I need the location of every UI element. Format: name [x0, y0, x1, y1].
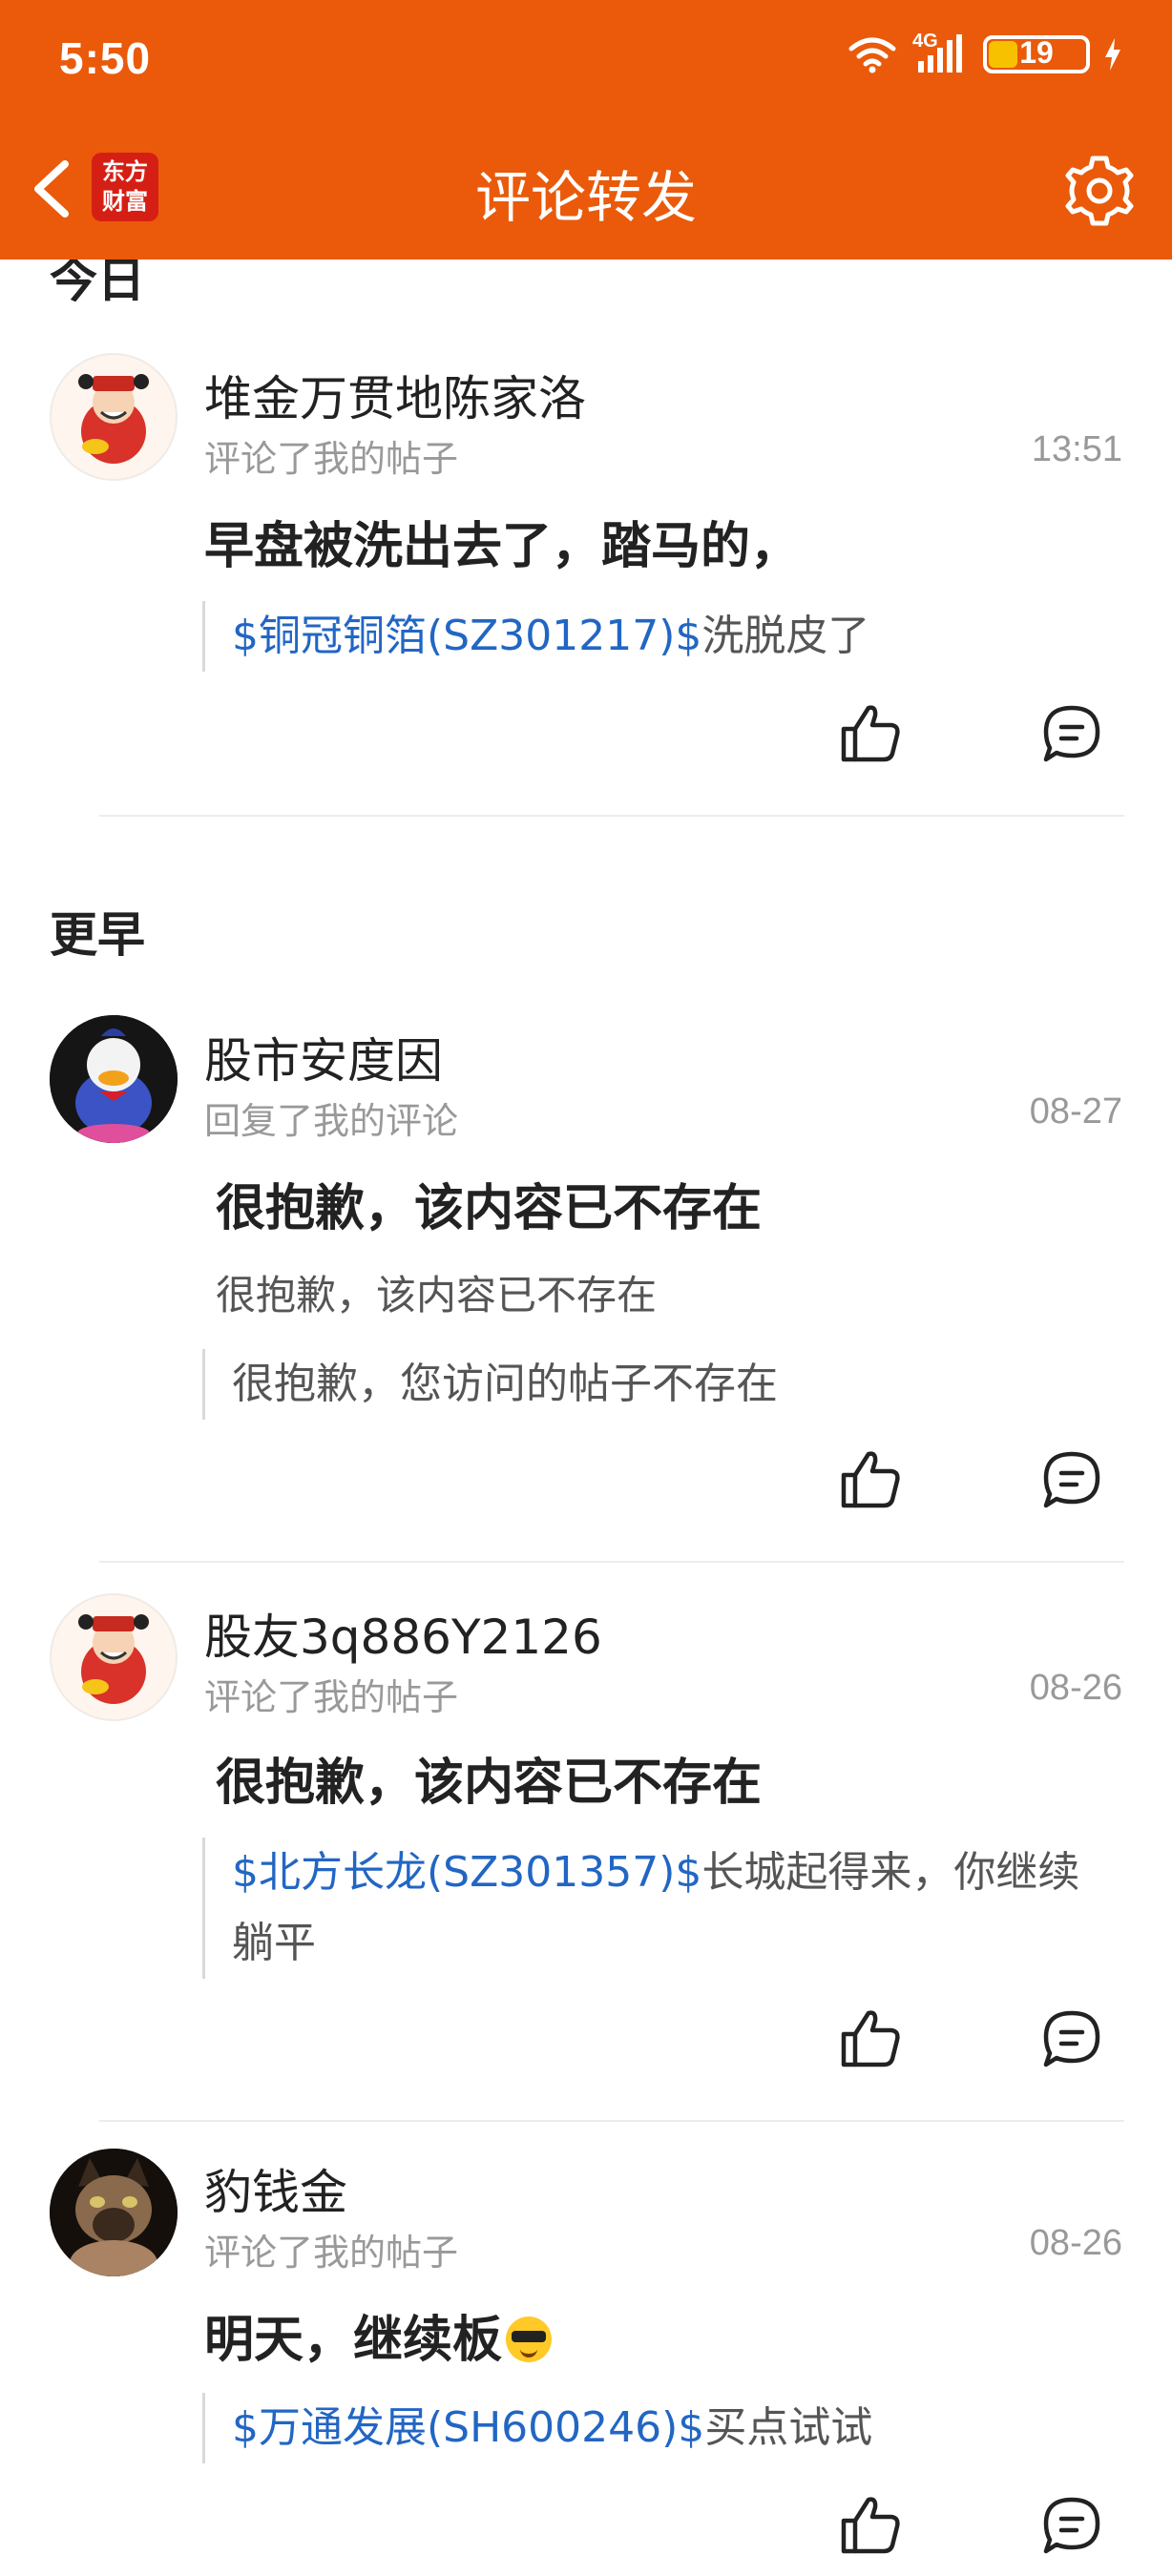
avatar[interactable]	[50, 1015, 178, 1143]
like-button[interactable]	[840, 2494, 903, 2557]
comment-icon	[1043, 705, 1100, 762]
notification-list[interactable]: 今日 堆金万贯地陈家洛 评论了我的帖子 13:51 早盘被洗出去了，踏马的， $…	[0, 260, 1172, 2576]
like-button[interactable]	[840, 2007, 903, 2070]
like-button[interactable]	[840, 1448, 903, 1511]
thumbs-up-icon	[841, 1451, 900, 1508]
comment-text[interactable]: 很抱歉，该内容已不存在	[216, 1168, 762, 1239]
cellular-icon: 4G	[912, 31, 968, 74]
thumbs-up-icon	[841, 2010, 900, 2067]
section-title-today: 今日	[50, 260, 145, 308]
comment-text-body: 明天，继续板	[204, 2312, 503, 2369]
comment-text[interactable]: 很抱歉，该内容已不存在	[216, 1742, 762, 1814]
user-name[interactable]: 股市安度因	[204, 1023, 443, 1091]
timestamp: 08-26	[1029, 1668, 1122, 1708]
avatar[interactable]	[50, 353, 178, 481]
action-text: 评论了我的帖子	[204, 438, 459, 480]
comment-text[interactable]: 早盘被洗出去了，踏马的，	[204, 506, 800, 577]
duck-avatar-icon	[50, 1015, 178, 1143]
comment-text[interactable]: 明天，继续板	[204, 2299, 553, 2371]
caishen-avatar-icon	[78, 1614, 149, 1704]
comment-icon	[1043, 1451, 1100, 1508]
stock-link[interactable]: $铜冠铜箔(SZ301217)$	[232, 612, 701, 660]
stock-link[interactable]: $万通发展(SH600246)$	[232, 2403, 704, 2452]
status-time: 5:50	[59, 33, 152, 83]
like-button[interactable]	[840, 702, 903, 765]
quoted-post[interactable]: 很抱歉，您访问的帖子不存在	[202, 1349, 1119, 1420]
thumbs-up-icon	[841, 705, 900, 762]
comment-icon	[1043, 2010, 1100, 2067]
action-text: 评论了我的帖子	[204, 1676, 459, 1718]
reply-button[interactable]	[1040, 702, 1103, 765]
replied-comment-text[interactable]: 很抱歉，该内容已不存在	[216, 1263, 657, 1321]
status-icons: 4G 19	[848, 31, 1120, 74]
section-title-earlier: 更早	[50, 907, 145, 963]
timestamp: 08-26	[1029, 2223, 1122, 2263]
stock-link[interactable]: $北方长龙(SZ301357)$	[232, 1848, 701, 1897]
sunglasses-emoji-icon	[506, 2316, 553, 2362]
quoted-post[interactable]: $北方长龙(SZ301357)$长城起得来，你继续躺平	[202, 1838, 1119, 1979]
top-header: 5:50 4G 19 东方 财富 评论转发	[0, 0, 1172, 260]
caishen-avatar-icon	[78, 374, 149, 464]
thumbs-up-icon	[841, 2497, 900, 2554]
avatar[interactable]	[50, 2149, 178, 2276]
user-name[interactable]: 堆金万贯地陈家洛	[204, 361, 586, 429]
action-text: 评论了我的帖子	[204, 2232, 459, 2274]
reply-button[interactable]	[1040, 2007, 1103, 2070]
comment-icon	[1043, 2497, 1100, 2554]
divider	[99, 815, 1124, 817]
reply-button[interactable]	[1040, 2494, 1103, 2557]
gear-icon	[1065, 156, 1134, 226]
divider	[99, 2120, 1124, 2122]
reply-button[interactable]	[1040, 1448, 1103, 1511]
quoted-post-text: 洗脱皮了	[701, 612, 870, 660]
quoted-post-text: 很抱歉，您访问的帖子不存在	[232, 1360, 778, 1408]
avatar[interactable]	[50, 1593, 178, 1721]
quoted-post[interactable]: $铜冠铜箔(SZ301217)$洗脱皮了	[202, 601, 1119, 672]
page-title: 评论转发	[474, 165, 697, 230]
cat-avatar-icon	[50, 2149, 178, 2276]
divider	[99, 1561, 1124, 1563]
action-text: 回复了我的评论	[204, 1100, 459, 1142]
timestamp: 13:51	[1031, 429, 1122, 469]
battery-level: 19	[1019, 35, 1054, 70]
timestamp: 08-27	[1029, 1091, 1122, 1132]
battery-icon: 19	[983, 35, 1090, 73]
user-name[interactable]: 豹钱金	[204, 2154, 347, 2223]
wifi-icon	[848, 37, 896, 73]
charging-icon	[1105, 38, 1120, 71]
settings-button[interactable]	[1061, 153, 1138, 229]
quoted-post[interactable]: $万通发展(SH600246)$买点试试	[202, 2393, 1119, 2463]
user-name[interactable]: 股友3q886Y2126	[204, 1599, 602, 1668]
quoted-post-text: 买点试试	[704, 2403, 873, 2452]
